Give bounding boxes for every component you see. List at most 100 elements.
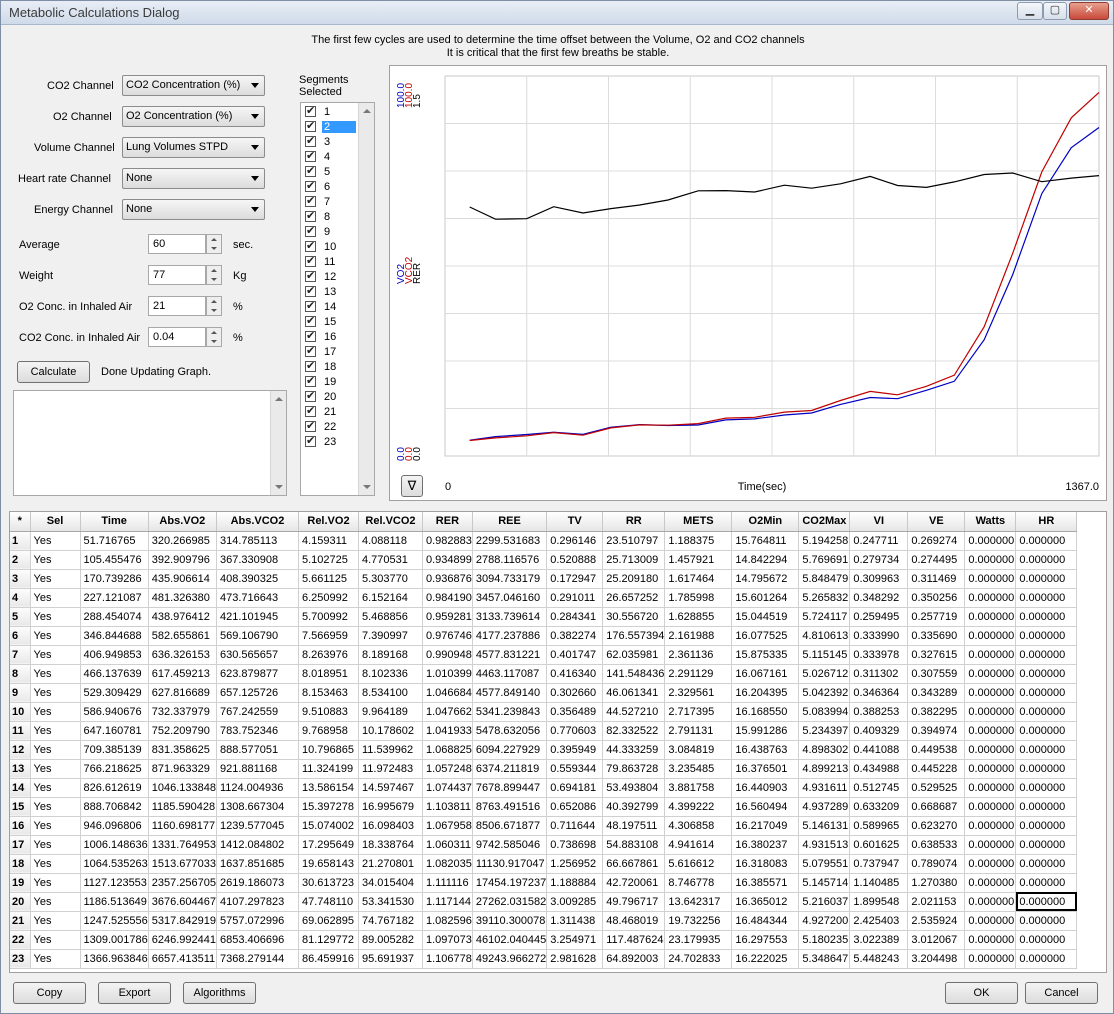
table-cell[interactable]: 435.906614 xyxy=(148,569,217,589)
table-cell[interactable]: 0.000000 xyxy=(1015,854,1078,874)
table-cell[interactable]: 2357.256705 xyxy=(148,873,217,893)
volume-channel-select[interactable]: Lung Volumes STPD xyxy=(122,137,265,158)
table-cell[interactable]: 5757.072996 xyxy=(216,911,299,931)
segments-list[interactable]: 1234567891011121314151617181920212223 xyxy=(300,102,375,496)
row-number[interactable]: 20 xyxy=(10,892,31,912)
table-cell[interactable]: 10.178602 xyxy=(358,721,423,741)
table-cell[interactable]: 24.702833 xyxy=(664,949,733,969)
table-cell[interactable]: 1.140485 xyxy=(849,873,909,893)
table-cell[interactable]: 1046.133848 xyxy=(148,778,217,798)
table-cell[interactable]: 9.964189 xyxy=(358,702,423,722)
table-cell[interactable]: 0.000000 xyxy=(964,892,1017,912)
table-cell[interactable]: 4577.831221 xyxy=(472,645,548,665)
segment-item[interactable]: 23 xyxy=(303,434,359,450)
table-cell[interactable]: 1.060311 xyxy=(422,835,473,855)
table-cell[interactable]: 86.459916 xyxy=(298,949,359,969)
table-cell[interactable]: 16.484344 xyxy=(731,911,800,931)
table-cell[interactable]: 1.047662 xyxy=(422,702,473,722)
copy-button[interactable]: Copy xyxy=(13,982,86,1004)
table-cell[interactable]: 11130.917047 xyxy=(472,854,548,874)
table-cell[interactable]: 42.720061 xyxy=(602,873,666,893)
table-cell[interactable]: 0.000000 xyxy=(1015,911,1078,931)
table-cell[interactable]: 0.309963 xyxy=(849,569,909,589)
column-header[interactable]: TV xyxy=(546,512,604,532)
table-cell[interactable]: 51.716765 xyxy=(80,531,149,551)
table-cell[interactable]: 0.350256 xyxy=(907,588,966,608)
table-cell[interactable]: 1.082035 xyxy=(422,854,473,874)
table-cell[interactable]: 1160.698177 xyxy=(148,816,217,836)
table-cell[interactable]: 0.633209 xyxy=(849,797,909,817)
table-cell[interactable]: 18.338764 xyxy=(358,835,423,855)
table-cell[interactable]: 888.577051 xyxy=(216,740,299,760)
table-cell[interactable]: 0.520888 xyxy=(546,550,604,570)
table-cell[interactable]: 0.000000 xyxy=(1015,778,1078,798)
table-cell[interactable]: 13.586154 xyxy=(298,778,359,798)
table-cell[interactable]: 5.348647 xyxy=(798,949,851,969)
table-cell[interactable]: 0.512745 xyxy=(849,778,909,798)
table-cell[interactable]: 1.074437 xyxy=(422,778,473,798)
table-cell[interactable]: 0.307559 xyxy=(907,664,966,684)
table-cell[interactable]: 9742.585046 xyxy=(472,835,548,855)
table-cell[interactable]: 783.752346 xyxy=(216,721,299,741)
table-cell[interactable]: 30.556720 xyxy=(602,607,666,627)
table-cell[interactable]: 5.083994 xyxy=(798,702,851,722)
table-cell[interactable]: 392.909796 xyxy=(148,550,217,570)
table-cell[interactable]: 6.250992 xyxy=(298,588,359,608)
row-number[interactable]: 4 xyxy=(10,588,31,608)
table-row[interactable]: 23 Yes 1366.963846 6657.413511 7368.279144 86… xyxy=(10,949,1078,969)
table-cell[interactable]: Yes xyxy=(30,588,81,608)
table-cell[interactable]: 481.326380 xyxy=(148,588,217,608)
table-cell[interactable]: 0.000000 xyxy=(1015,683,1078,703)
checkbox[interactable] xyxy=(305,104,316,117)
table-cell[interactable]: Yes xyxy=(30,721,81,741)
table-cell[interactable]: 0.388253 xyxy=(849,702,909,722)
table-cell[interactable]: 15.875335 xyxy=(731,645,800,665)
table-cell[interactable]: 5.661125 xyxy=(298,569,359,589)
table-row[interactable]: 1 Yes 51.716765 320.266985 314.785113 4.15931… xyxy=(10,531,1078,551)
table-cell[interactable]: 0.335690 xyxy=(907,626,966,646)
table-cell[interactable]: 4.927200 xyxy=(798,911,851,931)
table-cell[interactable]: 8.018951 xyxy=(298,664,359,684)
table-cell[interactable]: 0.348292 xyxy=(849,588,909,608)
table-cell[interactable]: 888.706842 xyxy=(80,797,149,817)
table-cell[interactable]: 1412.084802 xyxy=(216,835,299,855)
table-cell[interactable]: 0.559344 xyxy=(546,759,604,779)
table-cell[interactable]: 0.934899 xyxy=(422,550,473,570)
table-cell[interactable]: 617.459213 xyxy=(148,664,217,684)
table-cell[interactable]: 346.844688 xyxy=(80,626,149,646)
table-cell[interactable]: 16.560494 xyxy=(731,797,800,817)
table-cell[interactable]: Yes xyxy=(30,626,81,646)
table-cell[interactable]: 46102.040445 xyxy=(472,930,548,950)
table-cell[interactable]: 21.270801 xyxy=(358,854,423,874)
segment-item[interactable]: 14 xyxy=(303,299,359,315)
table-cell[interactable]: 1064.535263 xyxy=(80,854,149,874)
table-cell[interactable]: 0.000000 xyxy=(1015,607,1078,627)
table-cell[interactable]: 1.103811 xyxy=(422,797,473,817)
table-cell[interactable]: 2.161988 xyxy=(664,626,733,646)
table-cell[interactable]: 766.218625 xyxy=(80,759,149,779)
table-cell[interactable]: 19.658143 xyxy=(298,854,359,874)
table-row[interactable]: 20 Yes 1186.513649 3676.604467 4107.297823 47… xyxy=(10,892,1078,912)
checkbox[interactable] xyxy=(305,269,316,282)
column-header[interactable]: HR xyxy=(1015,512,1078,532)
table-cell[interactable]: 3.084819 xyxy=(664,740,733,760)
table-cell[interactable]: Yes xyxy=(30,835,81,855)
table-cell[interactable]: 8.153463 xyxy=(298,683,359,703)
table-cell[interactable]: 7.390997 xyxy=(358,626,423,646)
ok-button[interactable]: OK xyxy=(945,982,1018,1004)
table-cell[interactable]: 4.810613 xyxy=(798,626,851,646)
table-cell[interactable]: 288.454074 xyxy=(80,607,149,627)
table-cell[interactable]: 3.012067 xyxy=(907,930,966,950)
table-cell[interactable]: 0.445228 xyxy=(907,759,966,779)
table-row[interactable]: 14 Yes 826.612619 1046.133848 1124.004936 13.… xyxy=(10,778,1078,798)
table-cell[interactable]: 0.000000 xyxy=(964,531,1017,551)
table-cell[interactable]: Yes xyxy=(30,797,81,817)
table-cell[interactable]: 0.000000 xyxy=(1015,873,1078,893)
table-cell[interactable]: 1309.001786 xyxy=(80,930,149,950)
o2-inhaled-spin-button[interactable] xyxy=(206,296,222,316)
table-cell[interactable]: 5.026712 xyxy=(798,664,851,684)
table-cell[interactable]: 0.738698 xyxy=(546,835,604,855)
table-cell[interactable]: 2.361136 xyxy=(664,645,733,665)
column-header[interactable]: Rel.VCO2 xyxy=(358,512,423,532)
table-cell[interactable]: 0.247711 xyxy=(849,531,909,551)
